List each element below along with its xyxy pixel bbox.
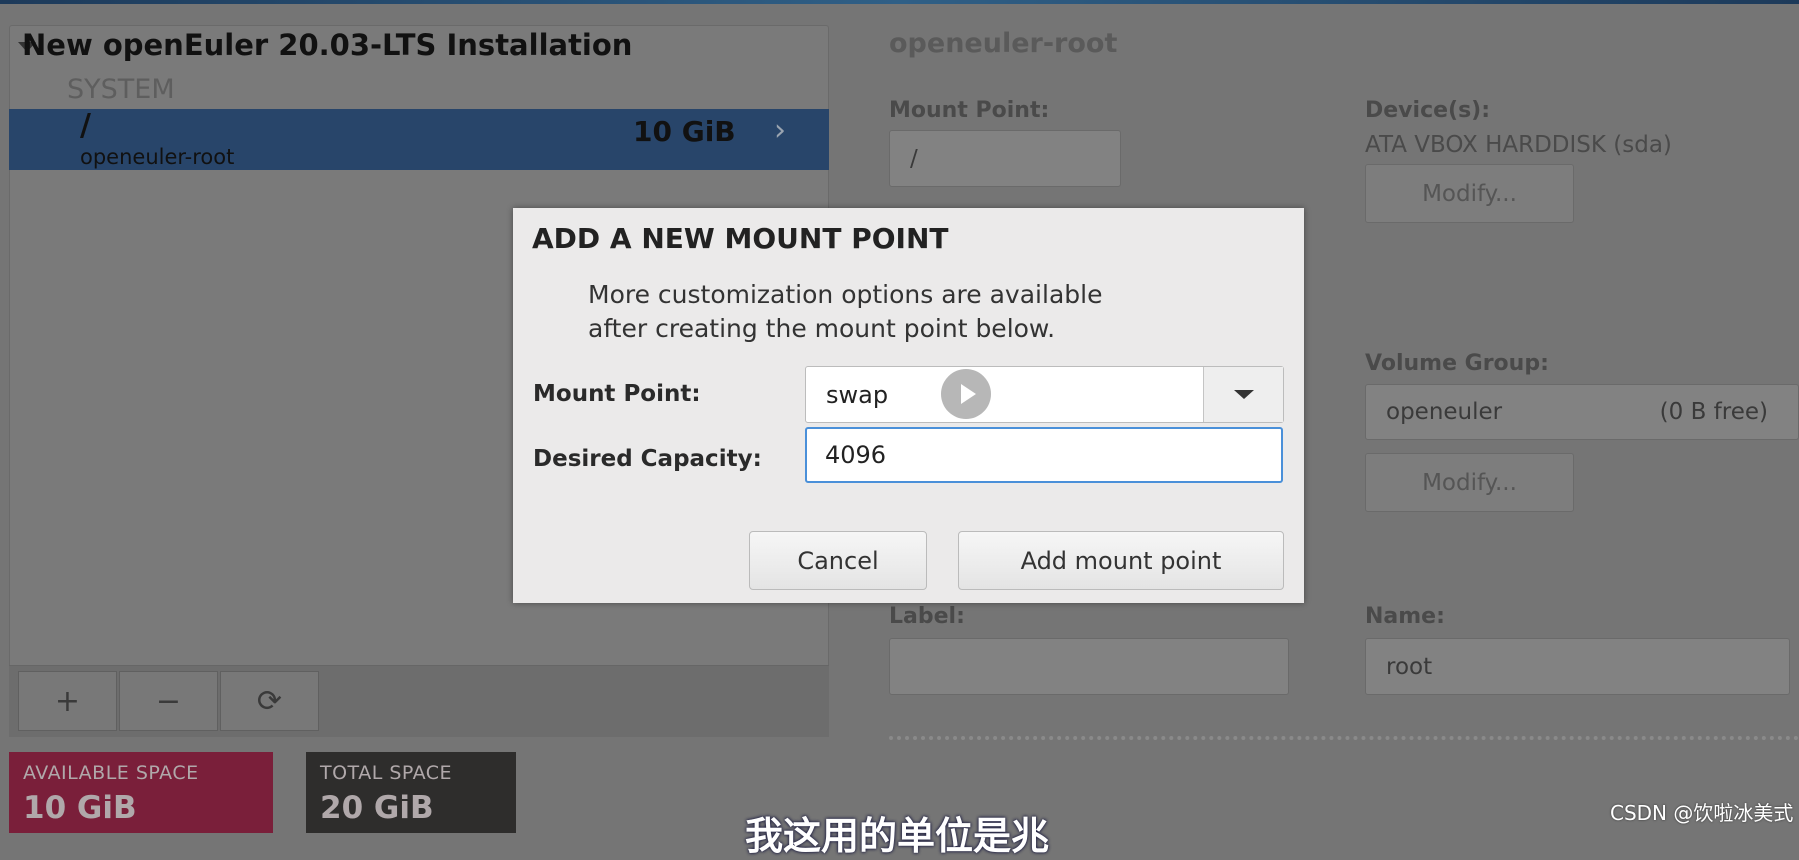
devices-label: Device(s): [1365,98,1491,123]
divider [889,736,1799,740]
mount-point-field[interactable]: / [889,130,1121,187]
modify-volume-group-button[interactable]: Modify... [1365,453,1574,512]
available-space: AVAILABLE SPACE 10 GiB [9,752,273,833]
volume-group-value: openeuler [1386,399,1503,425]
add-button[interactable]: + [18,671,117,731]
play-icon[interactable] [941,369,991,419]
volume-group-label: Volume Group: [1365,351,1549,376]
label-field[interactable] [889,638,1289,695]
total-space-label: TOTAL SPACE [320,762,453,784]
total-space-value: 20 GiB [320,790,434,826]
installation-title: New openEuler 20.03-LTS Installation [22,28,633,62]
refresh-button[interactable]: ⟳ [220,671,319,731]
modify-devices-button[interactable]: Modify... [1365,164,1574,223]
cancel-button[interactable]: Cancel [749,531,927,590]
mount-point-combo-value: swap [826,381,889,409]
section-system: SYSTEM [67,74,175,105]
item-mount: / [80,108,91,143]
top-bar [0,0,1799,4]
volume-group-free: (0 B free) [1659,399,1768,425]
desired-capacity-input[interactable] [805,427,1283,483]
details-title: openeuler-root [889,28,1118,59]
dialog-desc-line-1: More customization options are available [588,280,1103,309]
dropdown-button[interactable] [1203,367,1283,422]
mount-point-combobox[interactable]: swap [805,366,1284,423]
available-space-label: AVAILABLE SPACE [23,762,199,784]
chevron-down-icon [1233,390,1254,399]
dialog-desc-line-2: after creating the mount point below. [588,314,1056,343]
volume-group-select[interactable]: openeuler (0 B free) [1365,384,1799,440]
devices-value: ATA VBOX HARDDISK (sda) [1365,132,1672,158]
watermark: CSDN @饮啦冰美式 [1610,801,1794,825]
dialog-title: ADD A NEW MOUNT POINT [532,222,949,255]
name-field[interactable]: root [1365,638,1790,695]
mount-point-label: Mount Point: [889,98,1050,123]
add-mount-point-button[interactable]: Add mount point [958,531,1284,590]
capacity-label: Desired Capacity: [533,446,762,472]
available-space-value: 10 GiB [23,790,137,826]
chevron-right-icon: › [774,113,786,148]
total-space: TOTAL SPACE 20 GiB [306,752,516,833]
dialog-mount-point-label: Mount Point: [533,381,701,407]
label-label: Label: [889,604,965,629]
remove-button[interactable]: − [119,671,218,731]
dialog-description: More customization options are available… [588,278,1102,346]
item-name: openeuler-root [80,145,235,169]
item-size: 10 GiB [633,115,736,148]
name-label: Name: [1365,604,1445,629]
